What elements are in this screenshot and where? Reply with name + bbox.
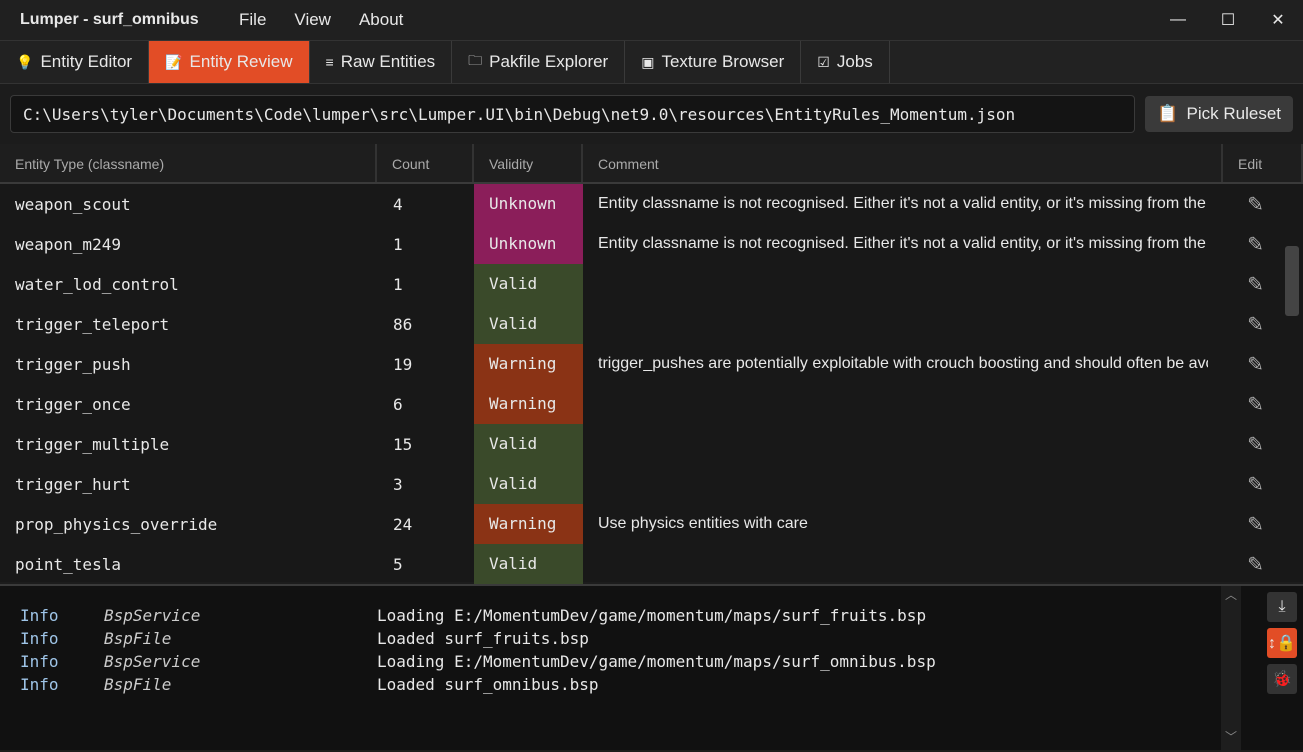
minimize-icon[interactable]: — <box>1153 0 1203 40</box>
column-header[interactable]: Edit <box>1223 144 1303 182</box>
menu-view[interactable]: View <box>280 10 345 30</box>
edit-pencil-icon[interactable]: ✎ <box>1208 192 1288 217</box>
validity-badge: Valid <box>474 264 583 304</box>
entity-count: 15 <box>393 434 413 454</box>
lines-icon: ≡ <box>325 54 334 70</box>
comment: trigger_pushes are potentially exploitab… <box>598 355 1208 372</box>
edit-pencil-icon[interactable]: ✎ <box>1208 312 1288 337</box>
edit-pencil-icon[interactable]: ✎ <box>1208 432 1288 457</box>
table-row[interactable]: weapon_m249 1 Unknown Entity classname i… <box>0 224 1303 264</box>
table-row[interactable]: trigger_once 6 Warning ✎ <box>0 384 1303 424</box>
column-header[interactable]: Comment <box>583 144 1223 182</box>
comment: Use physics entities with care <box>598 515 808 532</box>
entity-count: 4 <box>393 194 403 214</box>
column-header[interactable]: Validity <box>474 144 583 182</box>
tab-jobs[interactable]: ☑ Jobs <box>801 41 890 83</box>
entity-count: 24 <box>393 514 413 534</box>
edit-pencil-icon[interactable]: ✎ <box>1208 552 1288 577</box>
folder-zip-icon: 🗀 <box>468 52 483 68</box>
tab-entity-review[interactable]: 📝 Entity Review <box>149 41 310 83</box>
comment: Entity classname is not recognised. Eith… <box>598 235 1208 252</box>
table-row[interactable]: prop_physics_override 24 Warning Use phy… <box>0 504 1303 544</box>
entity-type: trigger_push <box>15 354 131 374</box>
validity-badge: Valid <box>474 424 583 464</box>
table-row[interactable]: water_lod_control 1 Valid ✎ <box>0 264 1303 304</box>
validity-badge: Valid <box>474 304 583 344</box>
validity-badge: Valid <box>474 544 583 584</box>
log-line: Info BspFile Loaded surf_fruits.bsp <box>20 629 589 648</box>
entity-count: 1 <box>393 274 403 294</box>
validity-badge: Unknown <box>474 224 583 264</box>
table-row[interactable]: trigger_multiple 15 Valid ✎ <box>0 424 1303 464</box>
menu-file[interactable]: File <box>225 10 280 30</box>
entity-type: trigger_teleport <box>15 314 170 334</box>
title-bar: Lumper - surf_omnibus File View About — ☐ … <box>0 0 1303 40</box>
edit-pencil-icon[interactable]: ✎ <box>1208 352 1288 377</box>
edit-pencil-icon[interactable]: ✎ <box>1208 272 1288 297</box>
validity-badge: Warning <box>474 504 583 544</box>
entity-type: weapon_scout <box>15 194 131 214</box>
tab-entity-editor[interactable]: 💡 Entity Editor <box>0 41 150 83</box>
validity-badge: Unknown <box>474 184 583 224</box>
entity-type: point_tesla <box>15 554 121 574</box>
maximize-icon[interactable]: ☐ <box>1203 0 1253 40</box>
debug-bug-button[interactable]: 🐞 <box>1267 664 1297 694</box>
checklist-icon: ☑ <box>817 53 830 70</box>
pick-ruleset-button[interactable]: 📋 Pick Ruleset <box>1145 96 1293 132</box>
entity-type: trigger_once <box>15 394 131 414</box>
entity-type: prop_physics_override <box>15 514 218 534</box>
tab-bar: 💡 Entity Editor 📝 Entity Review ≡ Raw Entitie… <box>0 40 1303 84</box>
images-icon: ▣ <box>641 53 655 70</box>
tab-raw-entities[interactable]: ≡ Raw Entities <box>310 41 453 83</box>
edit-pencil-icon[interactable]: ✎ <box>1208 512 1288 537</box>
edit-pencil-icon[interactable]: ✎ <box>1208 232 1288 257</box>
entity-review-grid: Entity Type (classname) Count Validity Comm… <box>0 144 1303 584</box>
entity-count: 86 <box>393 314 413 334</box>
autoscroll-lock-button[interactable]: ↕🔒 <box>1267 628 1297 658</box>
scroll-to-end-button[interactable]: ⤓ <box>1267 592 1297 622</box>
edit-pencil-icon[interactable]: ✎ <box>1208 472 1288 497</box>
entity-type: trigger_hurt <box>15 474 131 494</box>
entity-count: 1 <box>393 234 403 254</box>
validity-badge: Warning <box>474 344 583 384</box>
table-row[interactable]: point_tesla 5 Valid ✎ <box>0 544 1303 584</box>
tab-texture-browser[interactable]: ▣ Texture Browser <box>625 41 802 83</box>
app-title: Lumper - surf_omnibus <box>20 11 199 28</box>
tab-pakfile-explorer[interactable]: 🗀 Pakfile Explorer <box>452 41 626 83</box>
ruleset-path-input[interactable]: C:\Users\tyler\Documents\Code\lumper\src… <box>10 95 1136 133</box>
lightbulb-icon: 💡 <box>16 53 34 70</box>
entity-count: 5 <box>393 554 403 574</box>
clipboard-icon: 📋 <box>1157 104 1179 123</box>
log-line: Info BspFile Loaded surf_omnibus.bsp <box>20 675 599 694</box>
entity-count: 19 <box>393 354 413 374</box>
validity-badge: Valid <box>474 464 583 504</box>
entity-type: water_lod_control <box>15 274 179 294</box>
table-row[interactable]: trigger_hurt 3 Valid ✎ <box>0 464 1303 504</box>
log-line: Info BspService Loading E:/MomentumDev/gam… <box>20 652 936 671</box>
log-scrollbar[interactable]: ︿ ﹀ <box>1221 586 1241 752</box>
validity-badge: Warning <box>474 384 583 424</box>
comment: Entity classname is not recognised. Eith… <box>598 195 1208 212</box>
column-header[interactable]: Count <box>377 144 474 182</box>
grid-scrollbar[interactable] <box>1283 190 1303 582</box>
column-header[interactable]: Entity Type (classname) <box>0 144 377 182</box>
log-line: Info BspService Loading E:/MomentumDev/gam… <box>20 606 927 625</box>
log-panel: Info BspService Loading E:/MomentumDev/gam… <box>0 584 1303 752</box>
entity-count: 6 <box>393 394 403 414</box>
table-row[interactable]: weapon_scout 4 Unknown Entity classname … <box>0 184 1303 224</box>
close-icon[interactable]: ✕ <box>1253 0 1303 40</box>
table-row[interactable]: trigger_teleport 86 Valid ✎ <box>0 304 1303 344</box>
table-row[interactable]: trigger_push 19 Warning trigger_pushes a… <box>0 344 1303 384</box>
scrollbar-thumb[interactable] <box>1285 246 1299 316</box>
edit-pencil-icon[interactable]: ✎ <box>1208 392 1288 417</box>
entity-count: 3 <box>393 474 403 494</box>
entity-type: weapon_m249 <box>15 234 121 254</box>
menu-about[interactable]: About <box>345 10 417 30</box>
clipboard-edit-icon: 📝 <box>165 53 183 70</box>
entity-type: trigger_multiple <box>15 434 170 454</box>
